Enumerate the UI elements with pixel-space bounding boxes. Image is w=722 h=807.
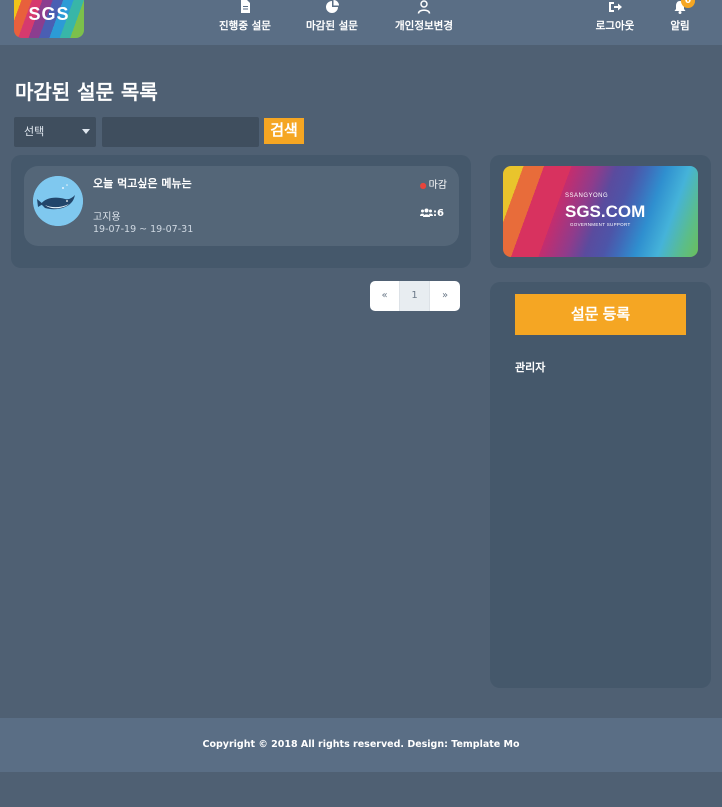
survey-card[interactable]: 오늘 먹고싶은 메뉴는 ● 마감 고지용 19-07-19 ~ 19-07-31 … [24, 166, 459, 246]
nav-item-ongoing-surveys[interactable]: 진행중 설문 [216, 0, 274, 40]
sgs-logo[interactable]: SGS [14, 0, 84, 38]
nav-item-label: 개인정보변경 [395, 20, 453, 32]
whale-avatar-icon [33, 176, 83, 226]
banner-small-text: SSANGYONG [565, 193, 609, 199]
alarm-count-badge: 0 [681, 0, 695, 8]
whale-icon [33, 176, 83, 226]
survey-dates: 19-07-19 ~ 19-07-31 [93, 224, 194, 235]
side-panel: 설문 등록 관리자 [490, 282, 711, 688]
status-dot-icon: ● [419, 181, 427, 190]
search-type-select[interactable]: 선택 [14, 117, 96, 147]
search-button[interactable]: 검색 [264, 118, 304, 144]
register-survey-button[interactable]: 설문 등록 [515, 294, 686, 335]
pagination-next[interactable]: » [430, 281, 460, 311]
sgs-banner: SSANGYONG SGS.COM GOVERNMENT SUPPORT [503, 166, 698, 257]
nav-item-label: 진행중 설문 [219, 20, 271, 32]
footer: Copyright © 2018 All rights reserved. De… [0, 718, 722, 772]
pie-chart-icon [326, 0, 339, 13]
logout-button[interactable]: 로그아웃 [593, 0, 637, 40]
logout-icon [609, 2, 622, 12]
copyright-text: Copyright © 2018 All rights reserved. De… [202, 739, 520, 750]
survey-list-panel: 오늘 먹고싶은 메뉴는 ● 마감 고지용 19-07-19 ~ 19-07-31 … [11, 155, 471, 268]
nav-item-profile-edit[interactable]: 개인정보변경 [392, 0, 456, 40]
users-icon [420, 208, 434, 217]
status-badge: ● 마감 [420, 176, 447, 191]
logo-text: SGS [28, 4, 70, 24]
survey-title: 오늘 먹고싶은 메뉴는 [93, 177, 192, 190]
pagination-prev[interactable]: « [370, 281, 400, 311]
document-icon [241, 0, 250, 13]
pagination-page-1[interactable]: 1 [400, 281, 430, 311]
search-input[interactable] [102, 117, 259, 147]
alarm-label: 알림 [670, 20, 690, 32]
survey-author: 고지용 [93, 212, 121, 223]
nav-item-label: 마감된 설문 [306, 20, 358, 32]
page-title: 마감된 설문 목록 [15, 80, 158, 104]
banner-main-text: SGS.COM [565, 202, 646, 221]
nav-item-closed-surveys[interactable]: 마감된 설문 [303, 0, 361, 40]
chevron-down-icon [82, 129, 90, 134]
admin-label: 관리자 [515, 361, 546, 374]
top-navigation-bar: SGS 진행중 설문 마감된 설문 개인정보변경 로그아웃 0 알림 [0, 0, 722, 45]
pagination: « 1 » [370, 281, 460, 311]
banner-panel: SSANGYONG SGS.COM GOVERNMENT SUPPORT [490, 155, 711, 268]
banner-sub-text: GOVERNMENT SUPPORT [570, 222, 631, 227]
user-icon [417, 0, 431, 14]
search-select-value: 선택 [24, 125, 45, 138]
participant-count: :6 [420, 208, 444, 219]
status-text: 마감 [428, 180, 447, 191]
alarm-button[interactable]: 0 알림 [664, 0, 696, 40]
participant-count-value: :6 [433, 208, 444, 219]
bottom-strip [0, 772, 722, 807]
logout-label: 로그아웃 [595, 20, 635, 32]
